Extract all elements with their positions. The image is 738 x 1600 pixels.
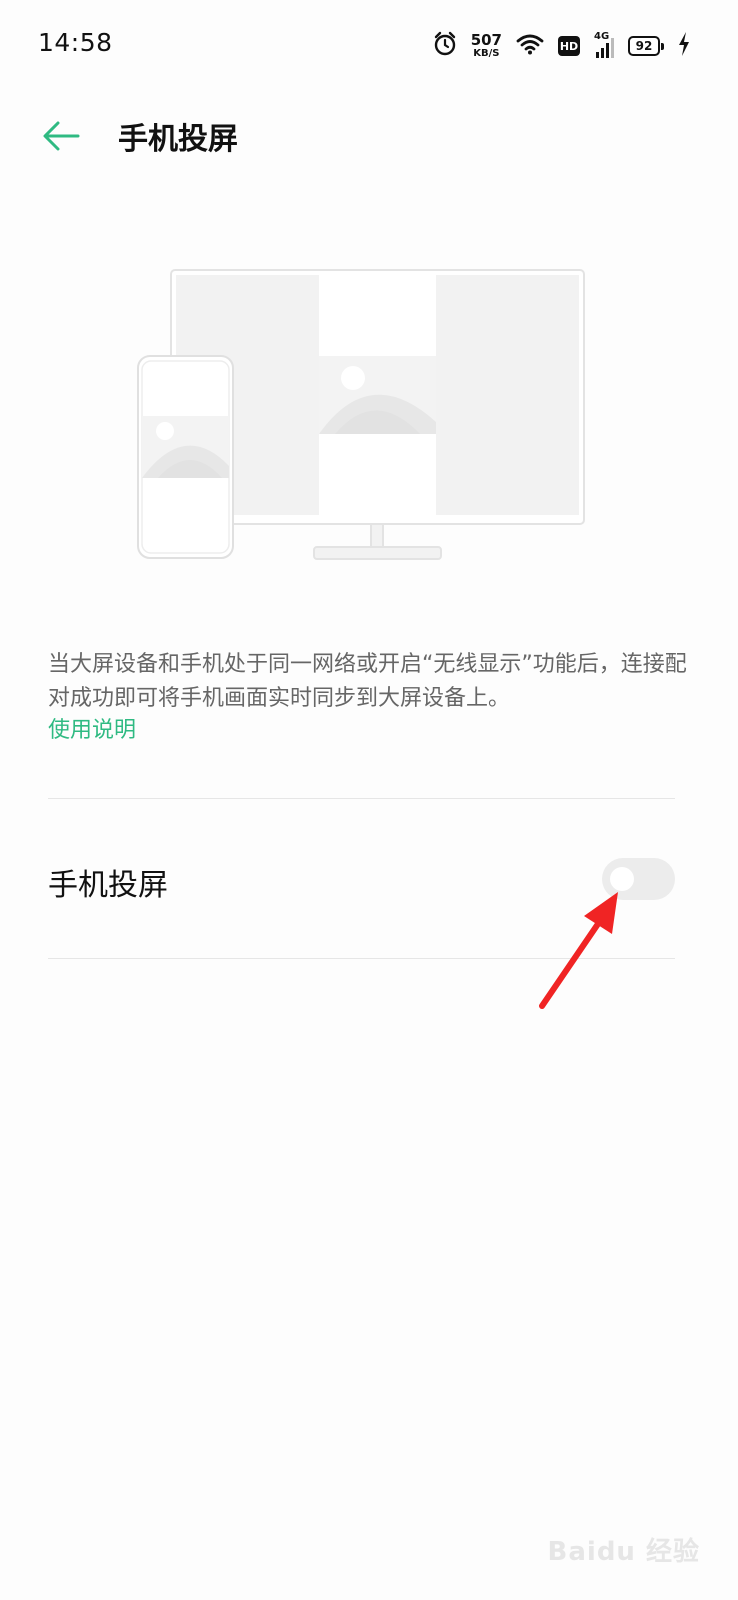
divider-top [48, 798, 675, 799]
status-icons: 507 KB/S HD 4G 92 [433, 30, 690, 62]
battery-icon: 92 [628, 36, 664, 56]
battery-level: 92 [628, 36, 660, 56]
watermark-logo: Baidu 经验 [547, 1537, 700, 1567]
signal-icon: 4G [594, 31, 614, 58]
status-time: 14:58 [38, 28, 113, 57]
hd-icon: HD [558, 36, 580, 56]
network-speed-value: 507 [470, 31, 502, 49]
screen-cast-label: 手机投屏 [48, 868, 168, 903]
network-speed: 507 KB/S [471, 33, 502, 59]
alarm-icon [433, 31, 457, 61]
page-title: 手机投屏 [118, 122, 238, 157]
network-speed-unit: KB/S [473, 48, 500, 59]
charging-icon [678, 32, 690, 60]
annotation-arrow-icon [539, 892, 618, 1009]
description-text: 当大屏设备和手机处于同一网络或开启“无线显示”功能后，连接配对成功即可将手机画面… [48, 652, 687, 711]
wifi-icon [516, 33, 544, 59]
signal-type-label: 4G [594, 31, 610, 42]
help-link[interactable]: 使用说明 [48, 714, 136, 748]
status-bar: 14:58 507 KB/S HD 4G 92 [0, 0, 738, 90]
arrow-left-icon [43, 121, 80, 151]
phone-to-tv-illustration [130, 262, 600, 567]
back-button[interactable] [38, 115, 82, 159]
